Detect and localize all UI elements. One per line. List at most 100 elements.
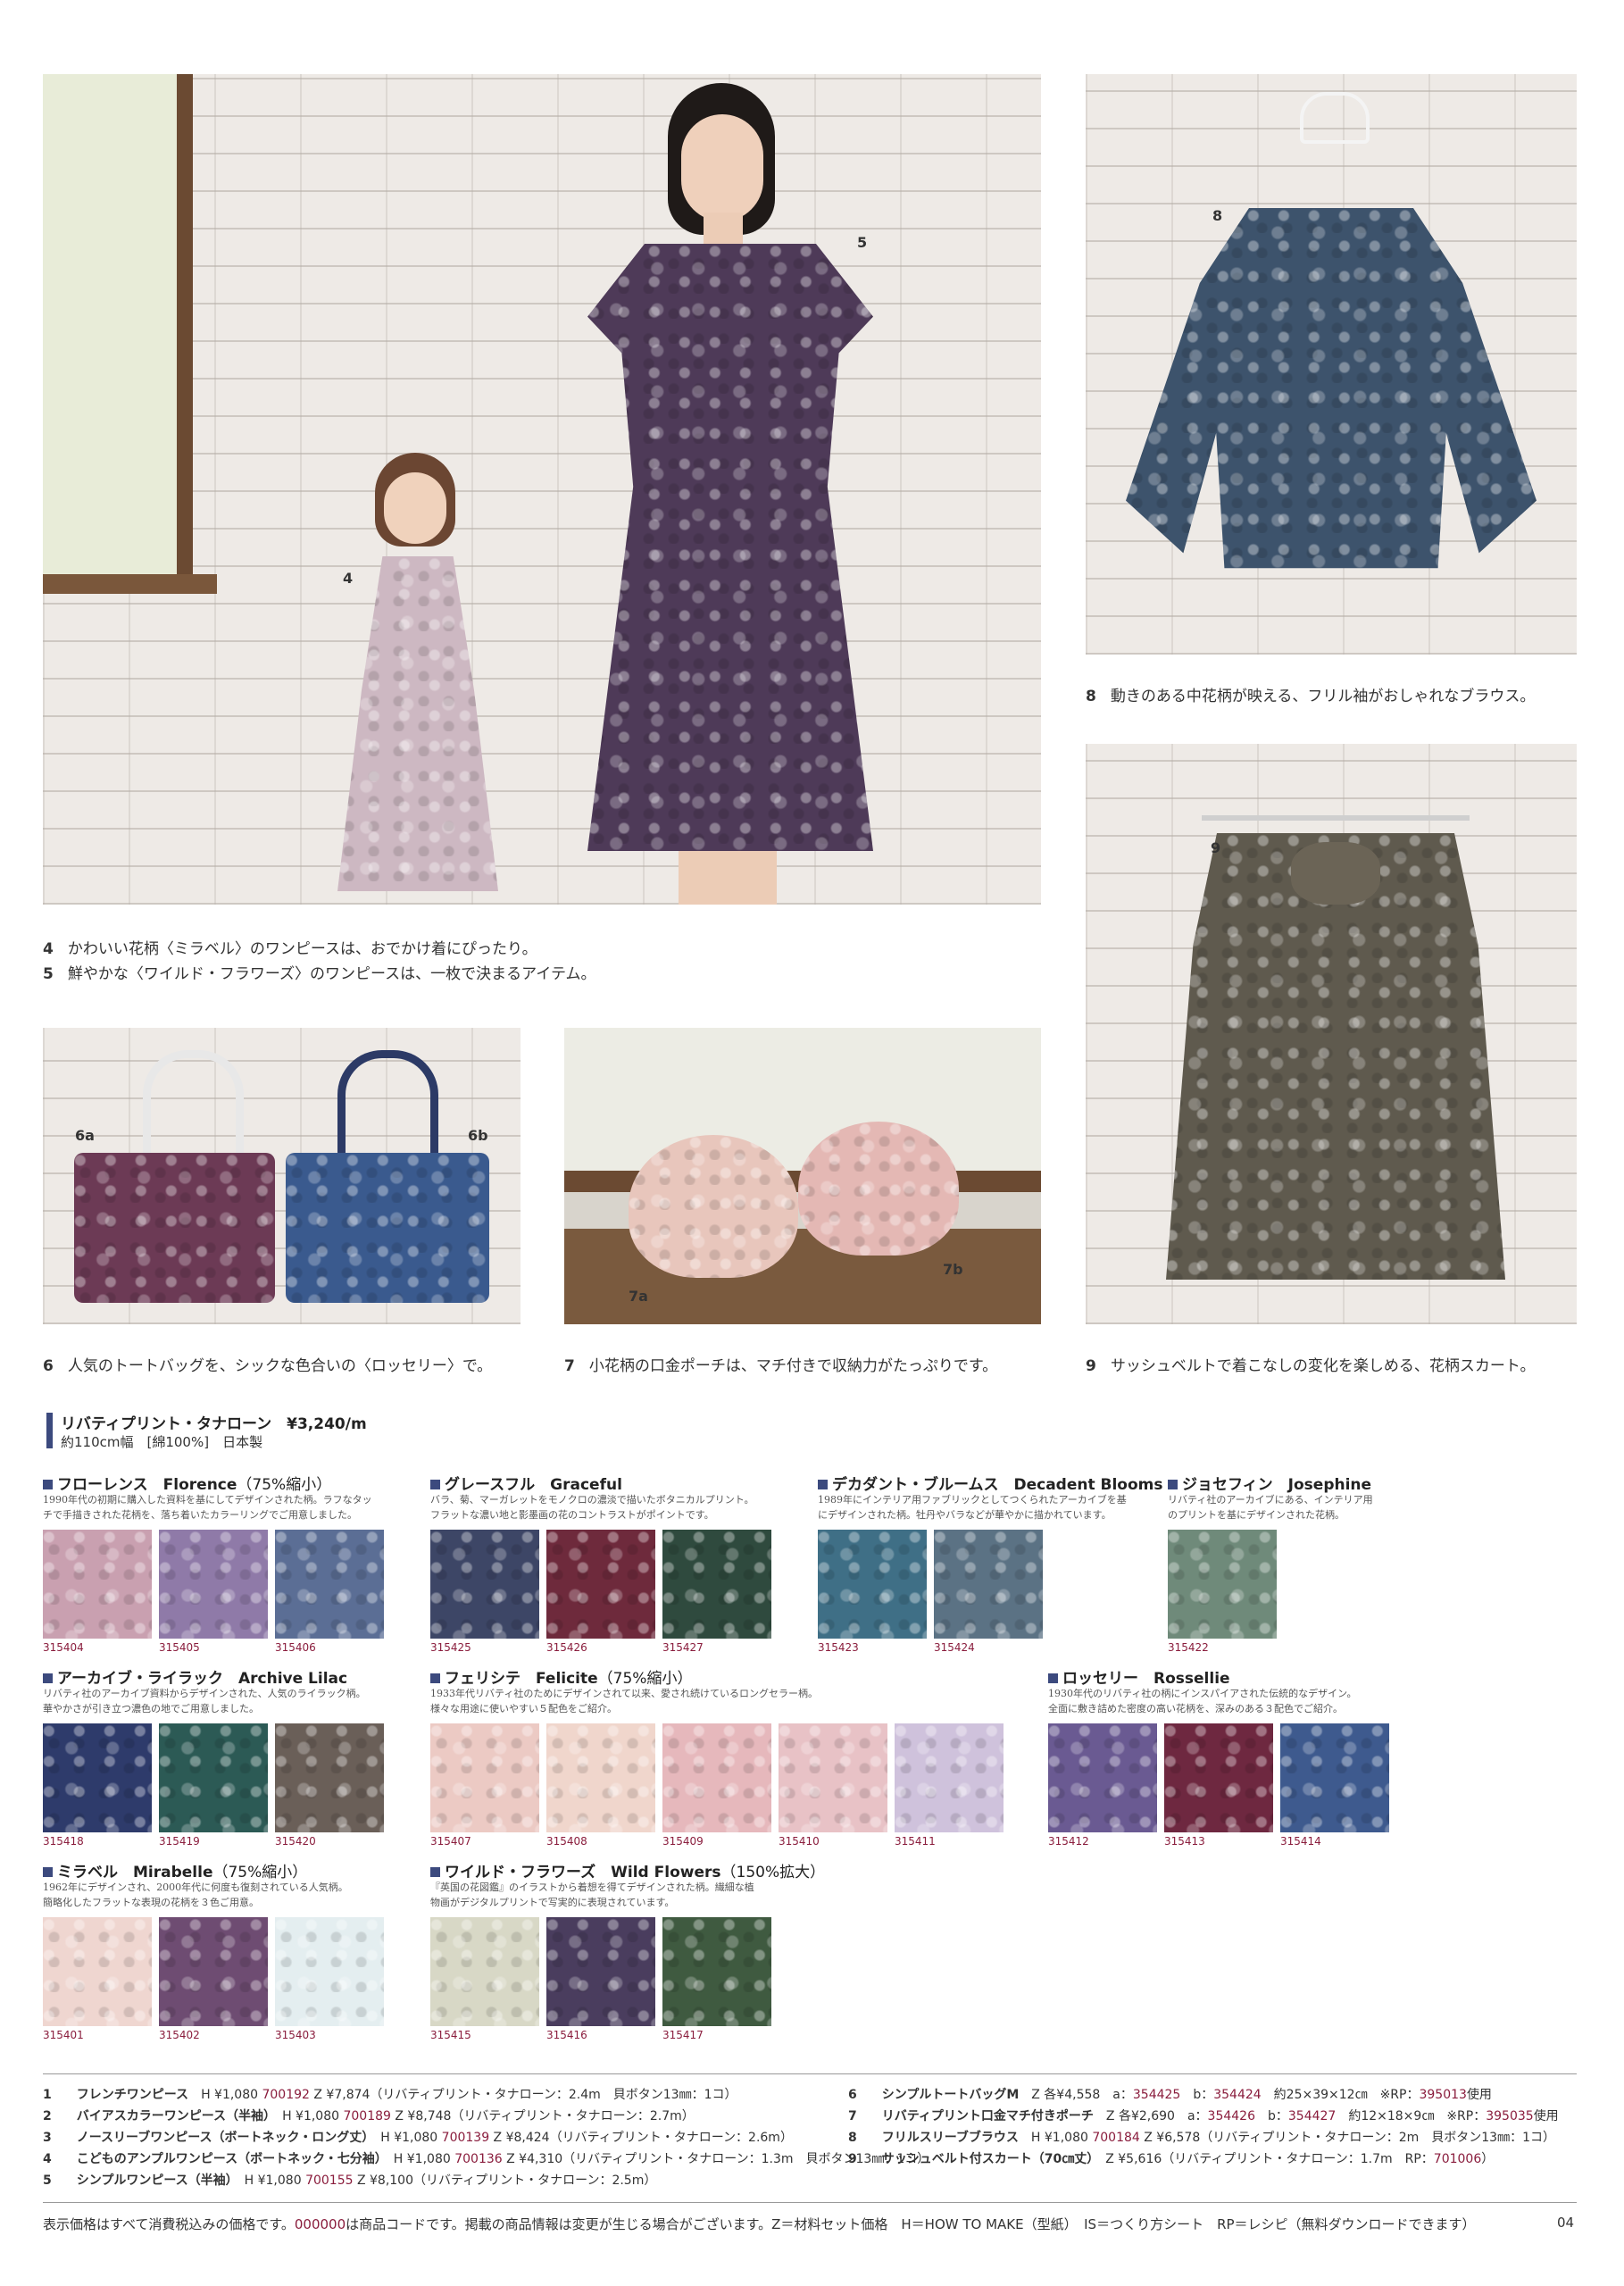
swatch-315414 — [1280, 1723, 1389, 1832]
woman-dress — [587, 244, 873, 851]
photo-blouse — [1086, 74, 1577, 655]
woman-face — [681, 114, 763, 221]
pattern-graceful-desc: バラ、菊、マーガレットをモノクロの濃淡で描いたボタニカルプリント。 フラットな濃い… — [430, 1494, 754, 1521]
swatch-315422 — [1168, 1530, 1277, 1639]
swatch-315401 — [43, 1917, 152, 2026]
pouch-a — [629, 1135, 798, 1278]
swatch-315406 — [275, 1530, 384, 1639]
swatch-315410 — [779, 1723, 887, 1832]
fabric-title: リバティプリント・タナローン ¥3,240/m — [61, 1415, 367, 1433]
swatch-315412 — [1048, 1723, 1157, 1832]
label-7a: 7a — [629, 1288, 648, 1305]
swatch-315418 — [43, 1723, 152, 1832]
window-frame — [43, 74, 193, 590]
swatch-315420 — [275, 1723, 384, 1832]
code-315424: 315424 — [934, 1641, 975, 1654]
page-number: 04 — [1557, 2215, 1575, 2231]
pattern-lilac-title: アーカイブ・ライラック Archive Lilac — [43, 1665, 347, 1688]
code-315412: 315412 — [1048, 1835, 1089, 1848]
code-315405: 315405 — [159, 1641, 200, 1654]
label-9: 9 — [1211, 839, 1221, 856]
window-sill — [43, 574, 217, 594]
spec-row-3: 3 ノースリーブワンピース（ボートネック・ロング丈） H ¥1,080 7001… — [43, 2131, 793, 2145]
skirt-bow — [1291, 842, 1380, 905]
pattern-rossellie-desc: 1930年代のリバティ社の柄にインスパイアされた伝統的なデザイン。 全面に敷き詰め… — [1048, 1688, 1357, 1714]
child-face — [384, 472, 446, 544]
label-6b: 6b — [468, 1127, 488, 1144]
spec-row-2: 2 バイアスカラーワンピース（半袖） H ¥1,080 700189 Z ¥8,… — [43, 2109, 695, 2123]
code-315417: 315417 — [662, 2029, 704, 2041]
fabric-subtitle: 約110cm幅 [綿100%] 日本製 — [61, 1434, 263, 1450]
label-6a: 6a — [75, 1127, 95, 1144]
spec-rule-top — [43, 2073, 1577, 2074]
pattern-mirabelle-desc: 1962年にデザインされ、2000年代に何度も復刻されている人気柄。 簡略化したフ… — [43, 1881, 348, 1908]
code-315408: 315408 — [546, 1835, 587, 1848]
swatch-315427 — [662, 1530, 771, 1639]
photo-totes — [43, 1028, 521, 1324]
pattern-wildflowers-title: ワイルド・フラワーズ Wild Flowers（150%拡大） — [430, 1859, 825, 1881]
swatch-315425 — [430, 1530, 539, 1639]
code-315403: 315403 — [275, 2029, 316, 2041]
pattern-lilac-desc: リバティ社のアーカイブ資料からデザインされた、人気のライラック柄。 華やかさが引き… — [43, 1688, 366, 1714]
code-315426: 315426 — [546, 1641, 587, 1654]
pattern-josephine-desc: リバティ社のアーカイブにある、インテリア用 のプリントを基にデザインされた花柄。 — [1168, 1494, 1373, 1521]
spec-rule-bottom — [43, 2202, 1577, 2203]
photo-pouches — [564, 1028, 1041, 1324]
pattern-rossellie-title: ロッセリー Rossellie — [1048, 1665, 1230, 1688]
spec-row-6: 6 シンプルトートバッグM Z 各¥4,558 a：354425 b：35442… — [848, 2088, 1492, 2102]
photo-dresses — [43, 74, 1041, 905]
code-315406: 315406 — [275, 1641, 316, 1654]
swatch-315402 — [159, 1917, 268, 2026]
code-315411: 315411 — [895, 1835, 936, 1848]
tote-b — [286, 1153, 489, 1303]
swatch-315407 — [430, 1723, 539, 1832]
code-315409: 315409 — [662, 1835, 704, 1848]
code-315419: 315419 — [159, 1835, 200, 1848]
spec-row-5: 5 シンプルワンピース（半袖） H ¥1,080 700155 Z ¥8,100… — [43, 2173, 657, 2188]
swatch-315409 — [662, 1723, 771, 1832]
caption-5: 5 鮮やかな〈ワイルド・フラワーズ〉のワンピースは、一枚で決まるアイテム。 — [43, 965, 596, 983]
code-315410: 315410 — [779, 1835, 820, 1848]
label-5: 5 — [857, 234, 868, 251]
caption-6: 6 人気のトートバッグを、シックな色合いの〈ロッセリー〉で。 — [43, 1357, 493, 1375]
swatch-315424 — [934, 1530, 1043, 1639]
skirt-hanger — [1202, 815, 1470, 821]
pattern-felicite-desc: 1933年代リバティ社のためにデザインされて以来、愛され続けているロングセラー柄… — [430, 1688, 819, 1714]
code-315425: 315425 — [430, 1641, 471, 1654]
code-315402: 315402 — [159, 2029, 200, 2041]
code-315427: 315427 — [662, 1641, 704, 1654]
code-315407: 315407 — [430, 1835, 471, 1848]
swatch-315417 — [662, 1917, 771, 2026]
pouch-b — [798, 1122, 959, 1256]
swatch-315405 — [159, 1530, 268, 1639]
swatch-315423 — [818, 1530, 927, 1639]
footer-note: 表示価格はすべて消費税込みの価格です。000000は商品コードです。掲載の商品情… — [43, 2216, 1476, 2232]
pattern-felicite-title: フェリシテ Felicite（75%縮小） — [430, 1665, 692, 1688]
child-dress — [337, 556, 498, 891]
code-315401: 315401 — [43, 2029, 84, 2041]
pattern-josephine-title: ジョセフィン Josephine — [1168, 1472, 1371, 1494]
spec-row-7: 7 リバティプリント口金マチ付きポーチ Z 各¥2,690 a：354426 b… — [848, 2109, 1559, 2123]
fabric-accent-bar — [46, 1413, 53, 1448]
photo-skirt — [1086, 744, 1577, 1324]
woman-legs — [679, 851, 777, 905]
code-315418: 315418 — [43, 1835, 84, 1848]
caption-4: 4 かわいい花柄〈ミラベル〉のワンピースは、おでかけ着にぴったり。 — [43, 940, 537, 958]
pattern-graceful-title: グレースフル Graceful — [430, 1472, 622, 1494]
code-315420: 315420 — [275, 1835, 316, 1848]
tote-a — [74, 1153, 275, 1303]
code-315423: 315423 — [818, 1641, 859, 1654]
swatch-315408 — [546, 1723, 655, 1832]
label-8: 8 — [1212, 207, 1223, 224]
code-315422: 315422 — [1168, 1641, 1209, 1654]
blouse-body — [1126, 208, 1537, 569]
spec-row-4: 4 こどものアンプルワンピース（ボートネック・七分袖） H ¥1,080 700… — [43, 2152, 930, 2166]
swatch-315416 — [546, 1917, 655, 2026]
hanger — [1300, 92, 1370, 144]
pattern-mirabelle-title: ミラベル Mirabelle（75%縮小） — [43, 1859, 307, 1881]
swatch-315419 — [159, 1723, 268, 1832]
code-315416: 315416 — [546, 2029, 587, 2041]
spec-row-1: 1 フレンチワンピース H ¥1,080 700192 Z ¥7,874（リバテ… — [43, 2088, 737, 2102]
caption-7: 7 小花柄の口金ポーチは、マチ付きで収納力がたっぷりです。 — [564, 1357, 998, 1375]
spec-row-8: 8 フリルスリーブブラウス H ¥1,080 700184 Z ¥6,578（リ… — [848, 2131, 1555, 2145]
